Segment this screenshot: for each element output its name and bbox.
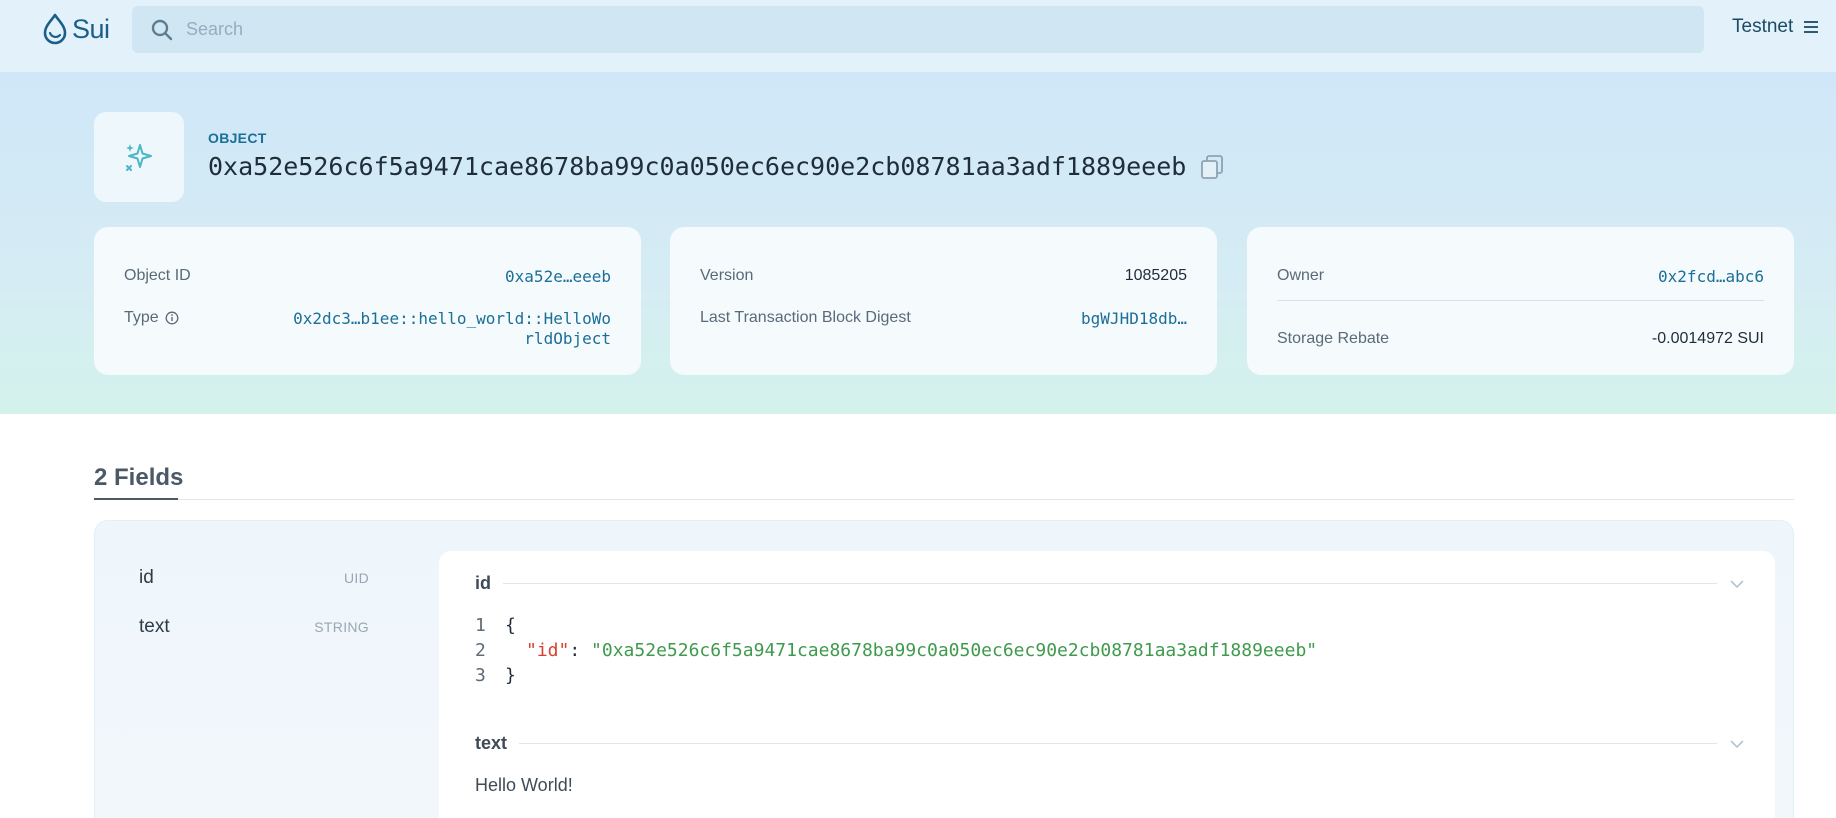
id-section-header[interactable]: id: [475, 573, 1745, 594]
object-id-label: Object ID: [124, 267, 191, 284]
search-bar[interactable]: [132, 6, 1704, 53]
fields-tab-underline: [94, 498, 178, 500]
sui-drop-icon: [43, 13, 67, 45]
field-name: id: [139, 567, 154, 588]
sparkle-icon: [126, 144, 152, 171]
search-icon: [151, 19, 173, 40]
version-value: 1085205: [1124, 267, 1187, 284]
info-icon[interactable]: [165, 311, 179, 325]
storage-rebate-label: Storage Rebate: [1277, 330, 1390, 347]
object-info-card: Object ID 0xa52e…eeeb Type 0x2dc3…b1ee::…: [94, 227, 641, 375]
owner-label: Owner: [1277, 267, 1325, 284]
owner-divider: [1277, 300, 1764, 301]
json-key: "id": [526, 640, 570, 661]
text-section-title: text: [475, 733, 508, 753]
logo-text: Sui: [72, 13, 110, 44]
json-viewer: 1{ 2 "id": "0xa52e526c6f5a9471cae8678ba99…: [475, 613, 1317, 688]
digest-label: Last Transaction Block Digest: [700, 309, 911, 326]
object-id-link[interactable]: 0xa52e…eeeb: [505, 267, 611, 286]
version-card: Version 1085205 Last Transaction Block D…: [670, 227, 1217, 375]
code-line-1: 1{: [475, 613, 1317, 638]
text-section-header[interactable]: text: [475, 733, 1745, 754]
chevron-down-icon[interactable]: [1729, 739, 1745, 749]
object-icon-box: [94, 112, 184, 202]
type-label-text: Type: [124, 309, 159, 326]
line-number: 1: [475, 615, 486, 636]
section-divider: [503, 583, 1717, 584]
chevron-down-icon[interactable]: [1729, 579, 1745, 589]
object-hero: OBJECT 0xa52e526c6f5a9471cae8678ba99c0a0…: [0, 72, 1836, 414]
owner-card: Owner 0x2fcd…abc6 Storage Rebate -0.0014…: [1247, 227, 1794, 375]
object-label: OBJECT: [208, 130, 267, 146]
object-id-heading: 0xa52e526c6f5a9471cae8678ba99c0a050ec6ec…: [208, 152, 1224, 181]
field-type: UID: [343, 570, 369, 586]
digest-link[interactable]: bgWJHD18db…: [1081, 309, 1187, 328]
top-bar: Sui Testnet: [0, 0, 1836, 72]
menu-icon[interactable]: [1803, 20, 1819, 34]
fields-tab-rule: [94, 499, 1794, 500]
network-label: Testnet: [1732, 16, 1794, 37]
search-input[interactable]: [186, 19, 1586, 40]
owner-link[interactable]: 0x2fcd…abc6: [1658, 267, 1764, 286]
line-number: 2: [475, 640, 486, 661]
json-colon: :: [569, 640, 581, 661]
version-label: Version: [700, 267, 754, 284]
field-type: STRING: [314, 619, 369, 635]
code-line-3: 3}: [475, 663, 1317, 688]
text-field-value: Hello World!: [475, 775, 573, 795]
id-section-title: id: [475, 573, 491, 593]
field-list-item-text[interactable]: text STRING: [139, 616, 369, 638]
line-number: 3: [475, 665, 486, 686]
code-line-2: 2 "id": "0xa52e526c6f5a9471cae8678ba99c0a…: [475, 638, 1317, 663]
type-label: Type: [124, 309, 179, 327]
field-detail-card: id 1{ 2 "id": "0xa52e526c6f5a9471cae8678b…: [439, 551, 1775, 818]
section-divider: [519, 743, 1717, 744]
json-string-value: "0xa52e526c6f5a9471cae8678ba99c0a050ec6e…: [591, 640, 1318, 661]
copy-icon[interactable]: [1200, 154, 1224, 180]
storage-rebate-value: -0.0014972 SUI: [1651, 330, 1764, 347]
sui-logo[interactable]: Sui: [42, 13, 110, 45]
type-link[interactable]: 0x2dc3…b1ee::hello_world::HelloWorldObje…: [291, 309, 611, 349]
network-selector[interactable]: Testnet: [1732, 16, 1819, 38]
field-list-item-id[interactable]: id UID: [139, 567, 369, 589]
json-close-brace: }: [505, 665, 516, 686]
field-name: text: [139, 616, 170, 637]
fields-tab[interactable]: 2 Fields: [94, 464, 183, 492]
json-open-brace: {: [505, 615, 516, 636]
object-id-text: 0xa52e526c6f5a9471cae8678ba99c0a050ec6ec…: [208, 152, 1187, 181]
fields-panel: id UID text STRING id 1{ 2 "id": "0xa52e5…: [94, 520, 1794, 818]
